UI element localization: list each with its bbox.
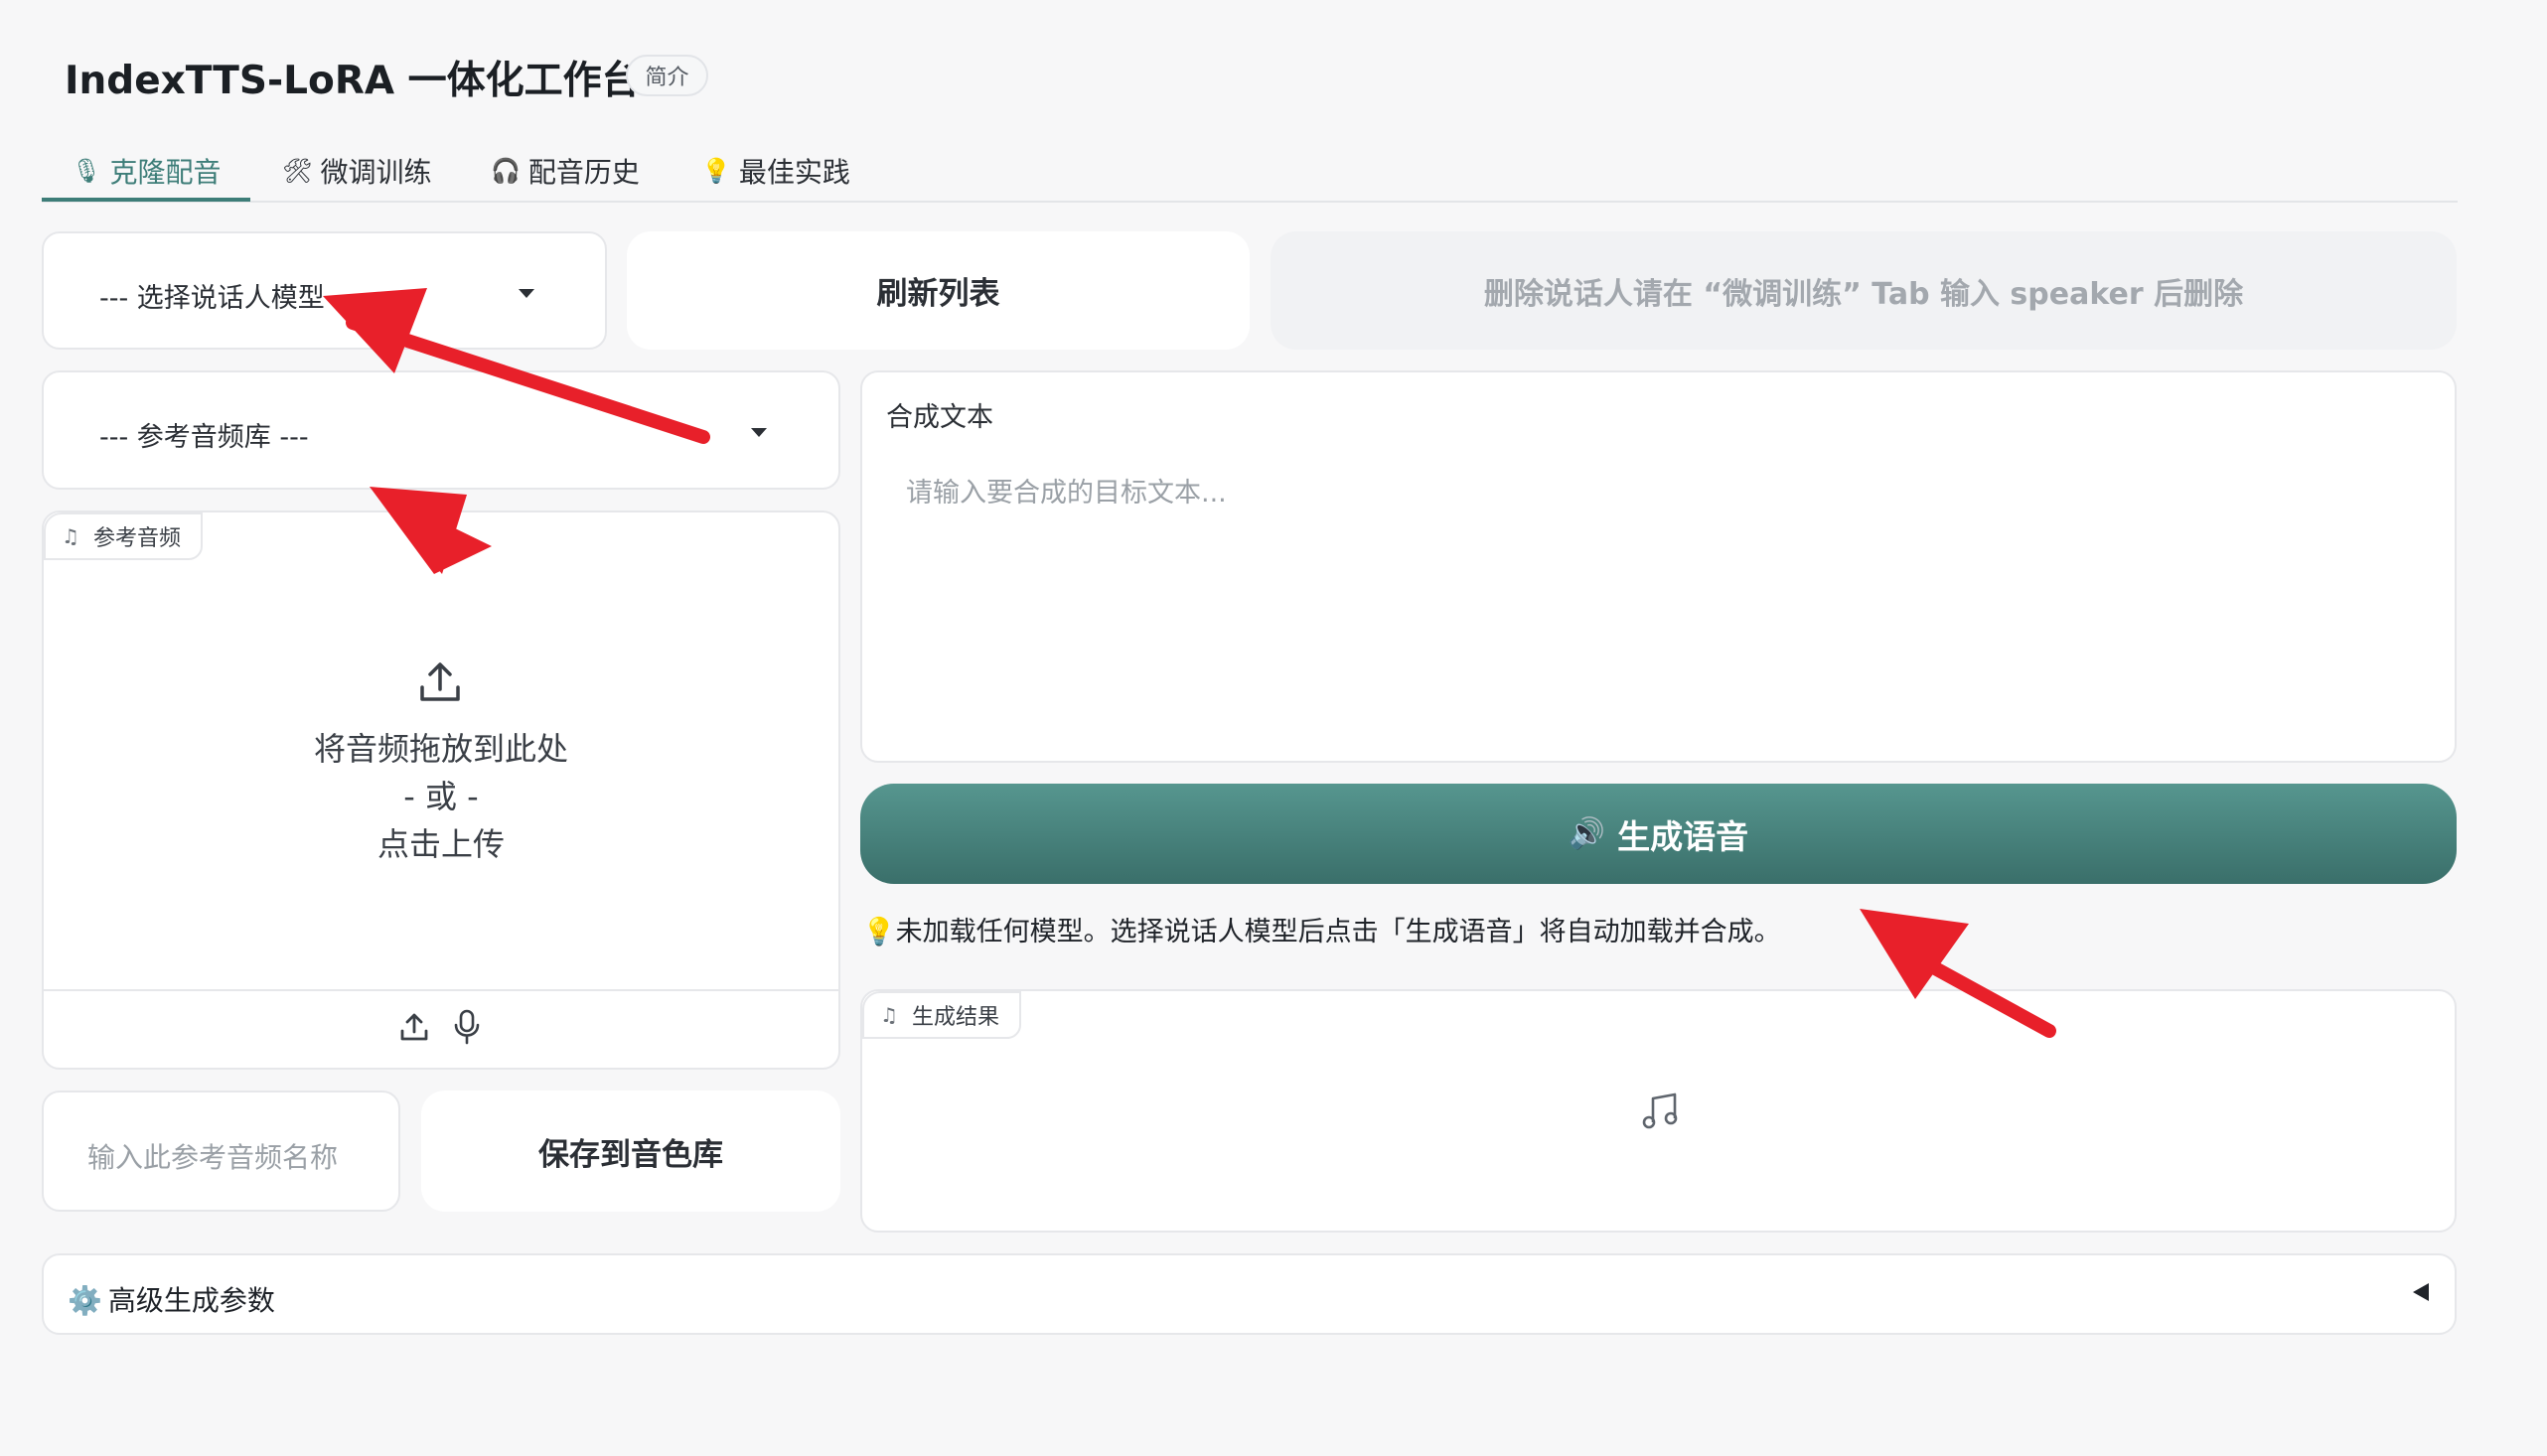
- collapse-arrow-icon: [2413, 1283, 2429, 1301]
- tab-bar: 🎙 克隆配音 🛠 微调训练 🎧 配音历史 💡 最佳实践: [42, 139, 2458, 203]
- generate-speech-button[interactable]: 🔊 生成语音: [860, 784, 2457, 884]
- reference-library-value: --- 参考音频库 ---: [99, 422, 309, 453]
- headphones-icon: 🎧: [491, 157, 521, 185]
- reference-audio-label: ♫ 参考音频: [44, 512, 203, 560]
- chevron-down-icon: [751, 428, 767, 437]
- reference-audio-label-text: 参考音频: [92, 526, 181, 551]
- status-text: 未加载任何模型。选择说话人模型后点击「生成语音」将自动加载并合成。: [895, 917, 1781, 947]
- music-note-icon: ♫: [62, 524, 79, 548]
- generated-audio-result: ♫ 生成结果: [860, 989, 2457, 1233]
- speaker-icon: 🔊: [1568, 816, 1606, 851]
- drop-audio-text: 将音频拖放到此处: [313, 730, 568, 768]
- upload-icon: [420, 662, 460, 701]
- synthesis-text-label: 合成文本: [886, 402, 993, 433]
- microphone-icon: 🎙: [72, 157, 102, 185]
- tab-dubbing-history[interactable]: 🎧 配音历史: [491, 139, 640, 203]
- advanced-parameters-accordion[interactable]: ⚙️ 高级生成参数: [42, 1253, 2457, 1335]
- tab-clone-dubbing[interactable]: 🎙 克隆配音: [72, 139, 221, 203]
- tab-finetune-training[interactable]: 🛠 微调训练: [282, 139, 431, 203]
- tab-label: 克隆配音: [109, 156, 222, 189]
- click-upload-text: 点击上传: [376, 825, 505, 863]
- refresh-list-button[interactable]: 刷新列表: [627, 231, 1250, 350]
- result-audio-label-text: 生成结果: [911, 1005, 999, 1030]
- gear-icon: ⚙️: [68, 1284, 102, 1317]
- synthesis-text-placeholder: 请输入要合成的目标文本...: [906, 478, 1227, 509]
- tab-label: 微调训练: [320, 156, 432, 189]
- advanced-label-text: 高级生成参数: [107, 1284, 275, 1317]
- app-title: IndexTTS-LoRA 一体化工作台: [65, 59, 641, 103]
- microphone-icon[interactable]: [453, 1009, 481, 1045]
- tab-label: 配音历史: [527, 156, 640, 189]
- save-to-voice-library-button[interactable]: 保存到音色库: [421, 1091, 840, 1212]
- lightbulb-icon: 💡: [701, 157, 731, 185]
- divider: [44, 989, 838, 991]
- chevron-down-icon: [519, 289, 534, 298]
- advanced-parameters-label: ⚙️ 高级生成参数: [68, 1279, 275, 1319]
- upload-drop-zone[interactable]: 将音频拖放到此处 - 或 - 点击上传: [44, 560, 838, 1007]
- intro-badge[interactable]: 简介: [626, 55, 708, 96]
- lightbulb-icon: 💡: [862, 917, 896, 947]
- generate-button-label: 生成语音: [1617, 816, 1749, 856]
- result-audio-label: ♫ 生成结果: [862, 991, 1021, 1039]
- status-message: 💡未加载任何模型。选择说话人模型后点击「生成语音」将自动加载并合成。: [862, 910, 1781, 948]
- or-text: - 或 -: [403, 778, 479, 815]
- tools-icon: 🛠: [282, 157, 313, 185]
- speaker-select-value: --- 选择说话人模型 ---: [99, 283, 363, 314]
- synthesis-text-area[interactable]: [860, 370, 2457, 763]
- reference-audio-upload: ♫ 参考音频 将音频拖放到此处 - 或 - 点击上传: [42, 510, 840, 1070]
- active-tab-indicator: [42, 198, 250, 202]
- reference-audio-name-input[interactable]: 输入此参考音频名称: [42, 1091, 400, 1212]
- tab-label: 最佳实践: [738, 156, 850, 189]
- reference-audio-library-select[interactable]: --- 参考音频库 ---: [42, 370, 840, 490]
- upload-icon[interactable]: [398, 1011, 430, 1043]
- music-note-icon: [1642, 1092, 1678, 1129]
- reference-name-placeholder: 输入此参考音频名称: [87, 1141, 339, 1174]
- speaker-model-select[interactable]: --- 选择说话人模型 ---: [42, 231, 607, 350]
- tab-best-practices[interactable]: 💡 最佳实践: [701, 139, 850, 203]
- music-note-icon: ♫: [880, 1003, 898, 1027]
- delete-speaker-hint-button: 删除说话人请在 “微调训练” Tab 输入 speaker 后删除: [1271, 231, 2457, 350]
